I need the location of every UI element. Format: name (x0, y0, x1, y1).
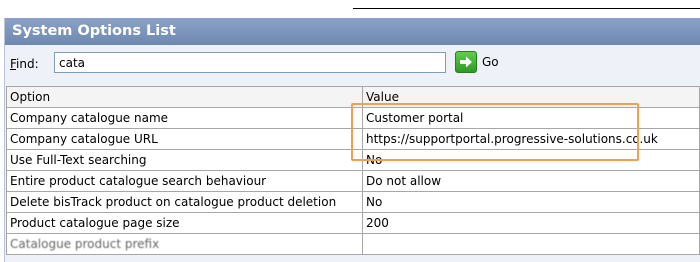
options-table: Option Value Company catalogue name Cust… (6, 86, 700, 255)
go-label: Go (482, 55, 499, 69)
option-cell: Company catalogue name (6, 107, 363, 129)
value-cell[interactable]: No (362, 191, 700, 213)
panel-title: System Options List (5, 18, 700, 45)
find-bar: Find: Go (5, 45, 700, 79)
table-row[interactable]: Delete bisTrack product on catalogue pro… (6, 191, 700, 213)
value-cell[interactable]: Customer portal (362, 107, 700, 129)
value-cell[interactable] (362, 233, 700, 255)
table-row[interactable]: Company catalogue URL https://supportpor… (6, 128, 700, 150)
table-header-row: Option Value (6, 86, 700, 108)
value-cell[interactable]: https://supportportal.progressive-soluti… (362, 128, 700, 150)
table-row[interactable]: Use Full-Text searching No (6, 149, 700, 171)
column-header-option[interactable]: Option (6, 86, 363, 108)
table-row[interactable]: Company catalogue name Customer portal (6, 107, 700, 129)
option-cell: Delete bisTrack product on catalogue pro… (6, 191, 363, 213)
table-row[interactable]: Catalogue product prefix (6, 233, 700, 255)
top-divider-line (353, 8, 700, 9)
column-header-value[interactable]: Value (362, 86, 700, 108)
find-label: Find: (10, 57, 39, 71)
option-cell: Use Full-Text searching (6, 149, 363, 171)
table-row[interactable]: Product catalogue page size 200 (6, 212, 700, 234)
table-row[interactable]: Entire product catalogue search behaviou… (6, 170, 700, 192)
option-cell: Product catalogue page size (6, 212, 363, 234)
option-cell: Company catalogue URL (6, 128, 363, 150)
value-cell[interactable]: 200 (362, 212, 700, 234)
option-cell: Entire product catalogue search behaviou… (6, 170, 363, 192)
value-cell[interactable]: Do not allow (362, 170, 700, 192)
green-arrow-right-icon (455, 51, 477, 73)
go-button[interactable]: Go (455, 50, 499, 74)
value-cell[interactable]: No (362, 149, 700, 171)
option-cell: Catalogue product prefix (6, 233, 363, 255)
find-input[interactable] (54, 52, 446, 73)
